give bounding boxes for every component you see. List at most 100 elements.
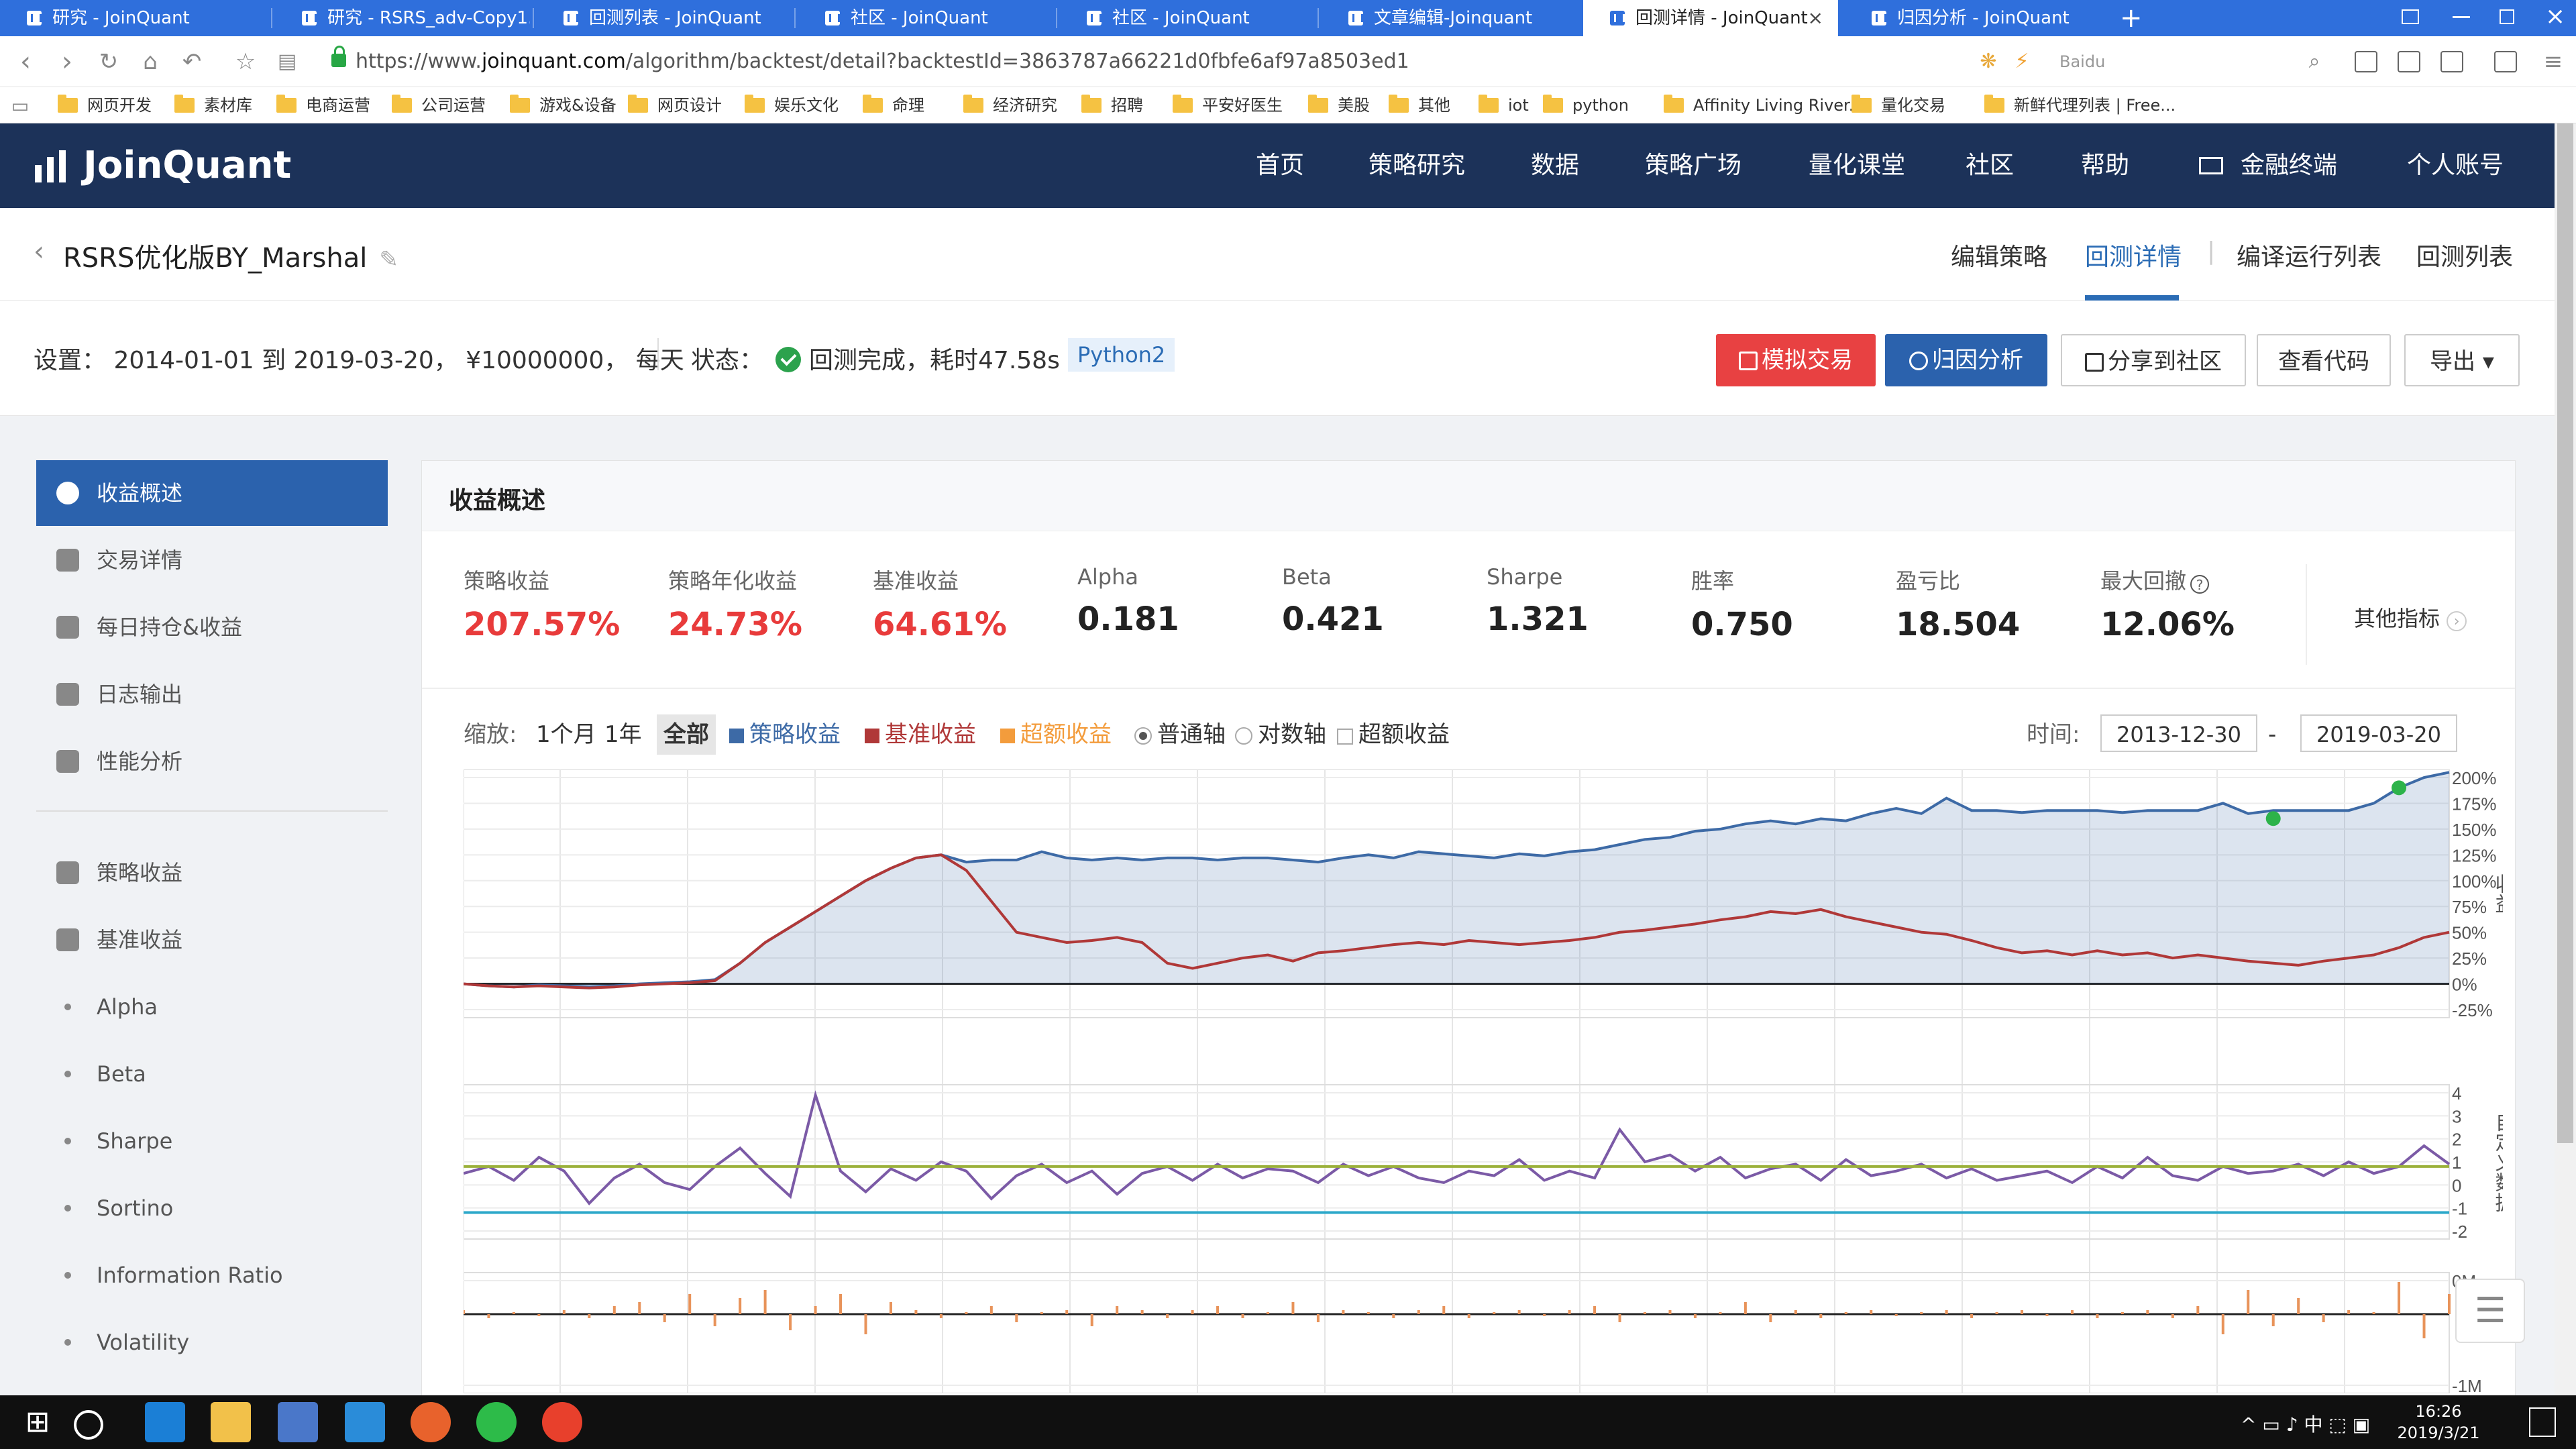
browser-tab[interactable]: 社区 - JoinQuant xyxy=(1060,0,1315,36)
nav-item[interactable]: 社区 xyxy=(1966,123,2014,208)
excess-bar[interactable] xyxy=(2372,1312,2375,1314)
excess-bar[interactable] xyxy=(1216,1306,1220,1314)
sidebar-metric-item[interactable]: Alpha xyxy=(36,974,388,1040)
excess-bar[interactable] xyxy=(839,1294,843,1314)
excess-bar[interactable] xyxy=(1442,1306,1446,1314)
action-button[interactable]: 查看代码 xyxy=(2257,334,2391,386)
bookmark-item[interactable]: 经济研究 xyxy=(963,87,1057,123)
reader-icon[interactable]: ▤ xyxy=(271,46,303,78)
excess-bar[interactable] xyxy=(512,1312,515,1314)
browser-tab[interactable]: 社区 - JoinQuant xyxy=(798,0,1053,36)
excess-bar[interactable] xyxy=(1366,1312,1370,1314)
excess-bar[interactable] xyxy=(537,1314,541,1316)
nav-item[interactable]: 策略研究 xyxy=(1368,123,1465,208)
excess-bar[interactable] xyxy=(2398,1282,2401,1314)
page-scrollbar[interactable] xyxy=(2555,123,2576,1395)
subtab-item[interactable]: 回测详情 xyxy=(2085,237,2182,272)
date-from-input[interactable]: 2013-12-30 xyxy=(2100,714,2257,752)
list-menu-icon[interactable]: ☰ xyxy=(2455,1279,2525,1343)
bookmark-item[interactable]: 量化交易 xyxy=(1851,87,1945,123)
nav-item[interactable]: 首页 xyxy=(1256,123,1304,208)
excess-bar[interactable] xyxy=(638,1302,641,1314)
excess-bar[interactable] xyxy=(1291,1302,1295,1314)
excess-bar[interactable] xyxy=(562,1310,566,1314)
action-button[interactable]: 模拟交易 xyxy=(1716,334,1876,386)
excess-bar[interactable] xyxy=(1844,1312,1847,1314)
more-metrics-link[interactable]: 其他指标 › xyxy=(2354,602,2467,633)
back-chevron-icon[interactable]: ‹ xyxy=(34,236,44,267)
excess-bar[interactable] xyxy=(1467,1314,1470,1318)
account-icon[interactable] xyxy=(2355,51,2377,72)
forward-icon[interactable]: › xyxy=(51,46,83,78)
excess-bar[interactable] xyxy=(1920,1312,1923,1314)
excess-bar[interactable] xyxy=(1970,1314,1974,1318)
nav-item[interactable]: 金融终端 xyxy=(2199,123,2337,208)
sidebar-item[interactable]: 基准收益 xyxy=(36,907,388,973)
excess-bar[interactable] xyxy=(1517,1310,1521,1314)
screenshot-icon[interactable] xyxy=(2440,51,2463,72)
sidebar-metric-item[interactable]: Beta xyxy=(36,1041,388,1107)
excess-bar[interactable] xyxy=(1995,1312,1998,1314)
scrollbar-thumb[interactable] xyxy=(2557,123,2573,1143)
reload-icon[interactable]: ↻ xyxy=(93,46,125,78)
excess-bar[interactable] xyxy=(612,1306,616,1314)
excess-bar[interactable] xyxy=(1668,1310,1672,1314)
sidebar-metric-item[interactable]: Information Ratio xyxy=(36,1242,388,1308)
excess-bar[interactable] xyxy=(588,1314,591,1318)
excess-bar[interactable] xyxy=(1191,1310,1194,1314)
extension-icon[interactable]: ❋ xyxy=(1972,46,2004,78)
subtab-item[interactable]: 编辑策略 xyxy=(1951,237,2047,272)
excess-bar[interactable] xyxy=(688,1294,692,1314)
excess-bar[interactable] xyxy=(2448,1294,2451,1314)
excess-bar[interactable] xyxy=(1266,1312,1269,1314)
excess-bar[interactable] xyxy=(464,1310,465,1314)
excess-bar[interactable] xyxy=(1543,1314,1546,1316)
bookmark-item[interactable]: python xyxy=(1543,87,1629,123)
excess-bar[interactable] xyxy=(1769,1314,1772,1322)
joinquant-logo[interactable]: JoinQuant xyxy=(35,142,291,189)
bookmark-item[interactable]: 娱乐文化 xyxy=(745,87,839,123)
browser-tab[interactable]: 回测列表 - JoinQuant xyxy=(537,0,792,36)
excess-bar[interactable] xyxy=(1241,1314,1244,1318)
excess-bar[interactable] xyxy=(713,1314,716,1326)
excess-bar[interactable] xyxy=(1040,1312,1043,1314)
close-window-icon[interactable]: × xyxy=(2545,0,2565,36)
excess-bar[interactable] xyxy=(1316,1314,1320,1322)
excess-bar[interactable] xyxy=(2045,1314,2049,1316)
axis-mode-radio[interactable]: 普通轴 xyxy=(1134,714,1226,755)
excess-bar[interactable] xyxy=(763,1290,767,1314)
excess-bar[interactable] xyxy=(939,1314,943,1318)
bookmark-item[interactable]: Affinity Living River... xyxy=(1664,87,1864,123)
home-icon[interactable]: ⌂ xyxy=(134,46,166,78)
excess-bar[interactable] xyxy=(1065,1310,1069,1314)
maximize-icon[interactable] xyxy=(2500,9,2514,24)
download-icon[interactable] xyxy=(2398,51,2420,72)
excess-bar[interactable] xyxy=(1743,1302,1747,1314)
bookmark-item[interactable]: 游戏&设备 xyxy=(510,87,616,123)
bookmark-item[interactable]: 电商运营 xyxy=(276,87,370,123)
excess-bar[interactable] xyxy=(1493,1312,1496,1314)
system-clock[interactable]: 16:26 2019/3/21 xyxy=(2388,1401,2489,1444)
help-icon[interactable]: ? xyxy=(2190,575,2210,594)
close-tab-icon[interactable]: × xyxy=(1808,0,1823,36)
excess-bar[interactable] xyxy=(2247,1290,2250,1314)
excess-bar[interactable] xyxy=(2096,1314,2099,1318)
new-tab-icon[interactable]: + xyxy=(2120,0,2143,36)
excess-bar[interactable] xyxy=(814,1306,817,1314)
action-button[interactable]: 归因分析 xyxy=(1885,334,2047,386)
excess-bar[interactable] xyxy=(2171,1314,2174,1318)
search-input[interactable]: Baidu xyxy=(2059,48,2334,75)
browser-tab[interactable]: 研究 - JoinQuant xyxy=(0,0,268,36)
action-button[interactable]: 分享到社区 xyxy=(2061,334,2246,386)
excess-bar[interactable] xyxy=(487,1314,490,1318)
browser-tab[interactable]: 研究 - RSRS_adv-Copy1.ipyn xyxy=(275,0,530,36)
excess-bar[interactable] xyxy=(1644,1312,1647,1314)
excess-bar[interactable] xyxy=(1618,1314,1621,1322)
excess-bar[interactable] xyxy=(864,1314,867,1334)
sidebar-metric-item[interactable]: Sharpe xyxy=(36,1108,388,1174)
search-icon[interactable]: ⌕ xyxy=(2298,46,2330,78)
excess-bar[interactable] xyxy=(2422,1314,2426,1338)
excess-bar[interactable] xyxy=(1392,1314,1395,1318)
bookmark-item[interactable]: iot xyxy=(1479,87,1529,123)
excess-bar[interactable] xyxy=(1719,1312,1722,1314)
